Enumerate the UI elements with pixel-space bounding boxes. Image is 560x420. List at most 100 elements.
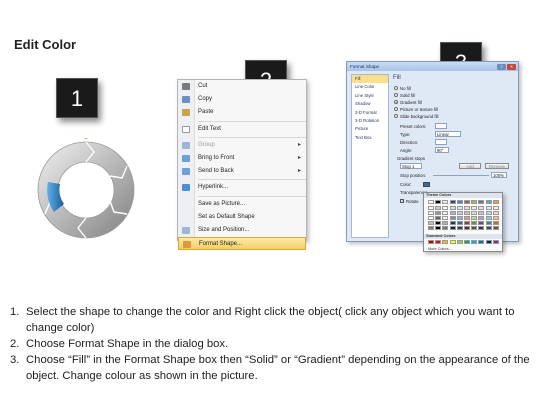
theme-color-swatch[interactable] — [492, 221, 499, 225]
theme-color-swatch[interactable] — [464, 216, 470, 220]
theme-color-swatch[interactable] — [464, 211, 470, 215]
radio-no-fill[interactable] — [394, 86, 398, 90]
theme-color-swatch[interactable] — [492, 216, 499, 220]
theme-color-swatch[interactable] — [471, 206, 478, 210]
theme-color-swatch[interactable] — [464, 226, 470, 230]
nav-item-line-color[interactable]: Line Color — [352, 83, 388, 91]
theme-color-swatch[interactable] — [492, 226, 499, 230]
menu-item-edit-text[interactable]: Edit Text — [178, 123, 306, 136]
theme-color-swatch[interactable] — [485, 206, 492, 210]
theme-color-swatch[interactable] — [456, 211, 463, 215]
more-colors-link[interactable]: More Colors... — [428, 247, 452, 251]
menu-item-format-shape[interactable]: Format Shape... — [178, 237, 306, 251]
add-button[interactable]: Add — [459, 163, 481, 169]
menu-item-save-as-picture[interactable]: Save as Picture... — [178, 198, 306, 211]
standard-color-swatch[interactable] — [456, 240, 463, 244]
theme-color-swatch[interactable] — [492, 206, 499, 210]
close-icon[interactable]: ✕ — [507, 63, 516, 70]
theme-color-swatch[interactable] — [449, 221, 456, 225]
stop-select[interactable]: Stop 1 — [400, 163, 422, 169]
remove-button[interactable]: Remove — [485, 163, 509, 169]
standard-color-swatch[interactable] — [478, 240, 485, 244]
theme-color-swatch[interactable] — [471, 216, 478, 220]
theme-color-swatch[interactable] — [449, 211, 456, 215]
theme-color-swatch[interactable] — [456, 200, 463, 204]
theme-color-swatch[interactable] — [478, 216, 485, 220]
nav-item-fill[interactable]: Fill — [352, 75, 388, 84]
theme-color-swatch[interactable] — [485, 221, 492, 225]
theme-color-swatch[interactable] — [428, 216, 434, 220]
menu-item-hyperlink[interactable]: Hyperlink... — [178, 181, 306, 194]
theme-color-swatch[interactable] — [442, 216, 449, 220]
radio-gradient-fill[interactable] — [394, 100, 398, 104]
theme-color-swatch[interactable] — [428, 211, 434, 215]
nav-item-3d-rotation[interactable]: 3-D Rotation — [352, 117, 388, 125]
nav-item-picture[interactable]: Picture — [352, 125, 388, 133]
theme-color-swatch[interactable] — [449, 216, 456, 220]
menu-item-group[interactable]: Group ▸ — [178, 139, 306, 152]
menu-item-cut[interactable]: Cut — [178, 80, 306, 93]
theme-color-swatch[interactable] — [435, 200, 442, 204]
theme-color-swatch[interactable] — [435, 211, 442, 215]
menu-item-size-and-position[interactable]: Size and Position... — [178, 224, 306, 237]
theme-color-swatch[interactable] — [449, 206, 456, 210]
nav-item-text-box[interactable]: Text Box — [352, 134, 388, 142]
theme-color-swatch[interactable] — [442, 211, 449, 215]
theme-color-swatch[interactable] — [428, 221, 434, 225]
theme-color-swatch[interactable] — [478, 211, 485, 215]
theme-color-swatch[interactable] — [464, 221, 470, 225]
menu-item-copy[interactable]: Copy — [178, 93, 306, 106]
theme-color-swatch[interactable] — [442, 226, 449, 230]
theme-color-swatch[interactable] — [464, 200, 470, 204]
theme-color-swatch[interactable] — [456, 216, 463, 220]
color-button[interactable] — [423, 181, 430, 187]
circular-arrow-shape[interactable] — [34, 135, 138, 242]
theme-color-swatch[interactable] — [428, 200, 434, 204]
theme-color-swatch[interactable] — [485, 226, 492, 230]
radio-solid-fill[interactable] — [394, 93, 398, 97]
standard-color-swatch[interactable] — [428, 240, 434, 244]
radio-slide-background-fill[interactable] — [394, 114, 398, 118]
standard-color-swatch[interactable] — [442, 240, 449, 244]
theme-color-swatch[interactable] — [435, 216, 442, 220]
standard-color-swatch[interactable] — [435, 240, 442, 244]
nav-item-3d-format[interactable]: 3-D Format — [352, 109, 388, 117]
theme-color-swatch[interactable] — [464, 206, 470, 210]
theme-color-swatch[interactable] — [471, 221, 478, 225]
direction-dropdown[interactable] — [435, 139, 447, 145]
theme-color-swatch[interactable] — [471, 200, 478, 204]
theme-color-swatch[interactable] — [492, 211, 499, 215]
rotate-checkbox[interactable]: ✓ — [400, 199, 404, 203]
theme-color-swatch[interactable] — [442, 221, 449, 225]
help-icon[interactable]: ? — [497, 63, 506, 70]
standard-color-swatch[interactable] — [485, 240, 492, 244]
menu-item-set-default-shape[interactable]: Set as Default Shape — [178, 211, 306, 224]
nav-item-line-style[interactable]: Line Style — [352, 92, 388, 100]
stop-position-slider[interactable] — [433, 175, 489, 176]
theme-color-swatch[interactable] — [492, 200, 499, 204]
standard-color-swatch[interactable] — [449, 240, 456, 244]
standard-color-swatch[interactable] — [464, 240, 470, 244]
radio-picture-fill[interactable] — [394, 107, 398, 111]
theme-color-swatch[interactable] — [478, 200, 485, 204]
theme-color-swatch[interactable] — [435, 226, 442, 230]
angle-input[interactable]: 90° — [435, 147, 449, 153]
menu-item-paste[interactable]: Paste — [178, 106, 306, 119]
theme-color-swatch[interactable] — [435, 206, 442, 210]
theme-color-swatch[interactable] — [428, 206, 434, 210]
menu-item-send-to-back[interactable]: Send to Back ▸ — [178, 165, 306, 178]
preset-colors-dropdown[interactable] — [435, 123, 447, 129]
theme-color-swatch[interactable] — [485, 211, 492, 215]
theme-color-swatch[interactable] — [471, 211, 478, 215]
standard-color-swatch[interactable] — [492, 240, 499, 244]
menu-item-bring-to-front[interactable]: Bring to Front ▸ — [178, 152, 306, 165]
theme-color-swatch[interactable] — [449, 226, 456, 230]
theme-color-swatch[interactable] — [478, 206, 485, 210]
theme-color-swatch[interactable] — [456, 226, 463, 230]
stop-position-input[interactable]: 100% — [491, 172, 507, 178]
theme-color-swatch[interactable] — [478, 226, 485, 230]
type-select[interactable]: Linear — [435, 131, 461, 137]
theme-color-swatch[interactable] — [442, 206, 449, 210]
theme-color-swatch[interactable] — [471, 226, 478, 230]
nav-item-shadow[interactable]: Shadow — [352, 100, 388, 108]
